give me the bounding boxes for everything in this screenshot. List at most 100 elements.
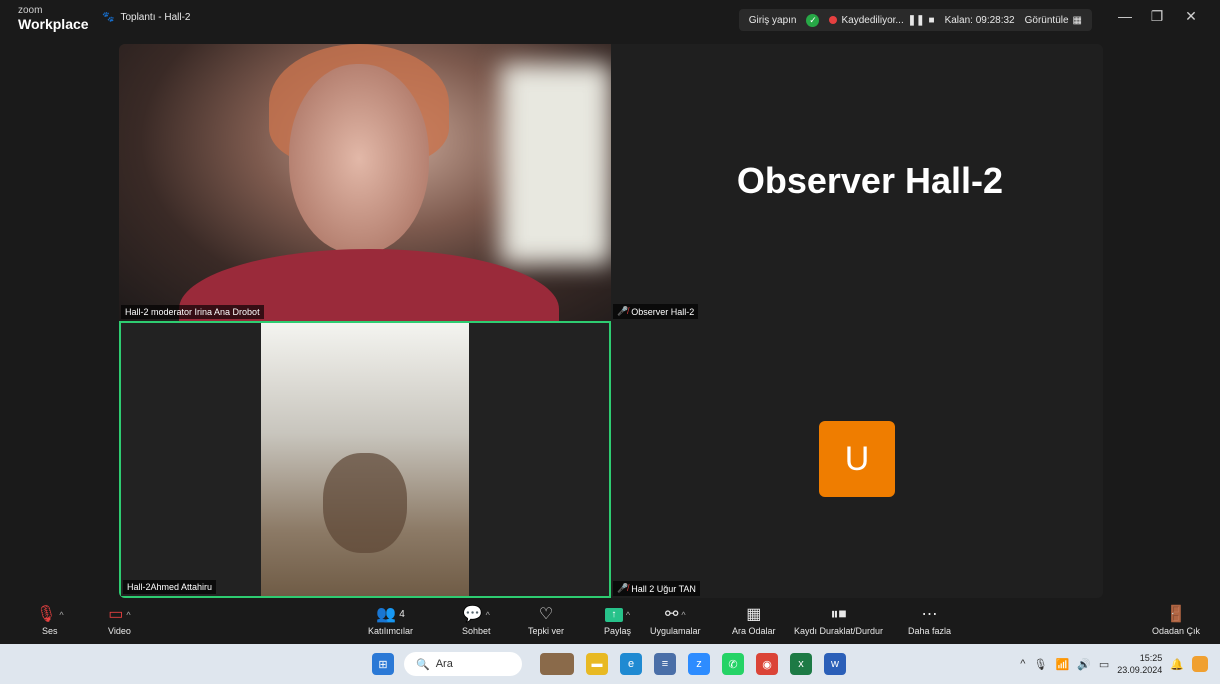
- app-logo: zoom Workplace: [18, 5, 89, 32]
- react-button[interactable]: ♡ Tepki ver: [528, 604, 564, 636]
- battery-icon[interactable]: ▭: [1099, 658, 1109, 671]
- chevron-up-icon[interactable]: ^: [1020, 658, 1025, 670]
- name-text: Hall-2Ahmed Attahiru: [127, 582, 213, 592]
- minimize-button[interactable]: —: [1110, 8, 1140, 24]
- muted-mic-icon: 🎤̸: [617, 306, 629, 316]
- brand-name: Workplace: [18, 16, 89, 32]
- participants-button[interactable]: 👥 4 Katılımcılar: [368, 604, 413, 636]
- meeting-title: 🐾 Toplantı - Hall-2: [102, 12, 190, 23]
- brand-small: zoom: [18, 5, 43, 16]
- pause-stop-icon: ⏸⏹: [830, 606, 847, 623]
- copilot-icon[interactable]: [1192, 656, 1208, 672]
- search-icon: 🔍: [416, 658, 430, 671]
- video-tile-active-speaker[interactable]: Hall-2Ahmed Attahiru: [119, 321, 611, 598]
- clock-date: 23.09.2024: [1117, 665, 1163, 675]
- chrome-icon[interactable]: ◉: [756, 653, 778, 675]
- video-options-chevron-icon[interactable]: ^: [126, 604, 130, 626]
- word-icon[interactable]: w: [824, 653, 846, 675]
- video-label: Video: [108, 626, 131, 636]
- microphone-icon[interactable]: 🎙: [1033, 658, 1047, 671]
- windows-start-icon[interactable]: ⊞: [372, 653, 394, 675]
- clock-time: 15:25: [1139, 653, 1163, 663]
- share-screen-icon: ↑: [604, 608, 623, 622]
- share-options-chevron-icon[interactable]: ^: [626, 604, 630, 626]
- breakout-grid-icon: ▦: [746, 606, 762, 623]
- video-tile-observer[interactable]: Observer Hall-2 🎤̸ Observer Hall-2: [611, 44, 1103, 321]
- muted-mic-icon: 🎙: [36, 606, 57, 623]
- more-dots-icon: ⋯: [921, 606, 938, 623]
- meeting-icon: 🐾: [102, 12, 115, 23]
- excel-icon[interactable]: x: [790, 653, 812, 675]
- notification-bell-icon[interactable]: 🔔: [1170, 658, 1184, 671]
- stop-icon[interactable]: ■: [929, 15, 935, 26]
- video-tile-ugur[interactable]: U 🎤̸ Hall 2 Uğur TAN: [611, 321, 1103, 598]
- widgets-icon[interactable]: [540, 653, 574, 675]
- view-label: Görüntüle: [1024, 14, 1069, 26]
- share-button[interactable]: ↑ ^ Paylaş: [604, 604, 631, 636]
- remaining-time: Kalan: 09:28:32: [944, 14, 1015, 26]
- taskbar-search[interactable]: 🔍 Ara: [404, 652, 522, 676]
- participants-label: Katılımcılar: [368, 626, 414, 636]
- chat-label: Sohbet: [462, 626, 491, 636]
- file-explorer-icon[interactable]: ▬: [586, 653, 608, 675]
- notepad-icon[interactable]: ≡: [654, 653, 676, 675]
- participant-video: [261, 323, 469, 596]
- zoom-app-icon[interactable]: z: [688, 653, 710, 675]
- signin-link[interactable]: Giriş yapın: [749, 15, 797, 26]
- react-label: Tepki ver: [528, 626, 565, 636]
- video-off-icon: ▭: [108, 606, 124, 623]
- speaker-icon[interactable]: 🔊: [1077, 658, 1091, 671]
- pause-icon[interactable]: ❚❚: [908, 15, 925, 26]
- grid-icon: ▦: [1072, 14, 1082, 26]
- encryption-shield-icon[interactable]: ✓: [806, 13, 820, 27]
- whatsapp-icon[interactable]: ✆: [722, 653, 744, 675]
- record-control-button[interactable]: ⏸⏹ Kaydı Duraklat/Durdur: [794, 604, 883, 636]
- clock[interactable]: 15:25 23.09.2024: [1117, 652, 1162, 676]
- avatar: U: [819, 421, 895, 497]
- wifi-icon[interactable]: 📶: [1055, 658, 1069, 671]
- breakout-rooms-button[interactable]: ▦ Ara Odalar: [732, 604, 776, 636]
- apps-options-chevron-icon[interactable]: ^: [681, 604, 685, 626]
- name-text: Observer Hall-2: [631, 306, 695, 317]
- participant-head: [323, 453, 407, 553]
- video-gallery: Hall-2 moderator Irina Ana Drobot Observ…: [119, 44, 1103, 598]
- title-bar: zoom Workplace 🐾 Toplantı - Hall-2 Giriş…: [0, 0, 1220, 40]
- chat-options-chevron-icon[interactable]: ^: [486, 604, 490, 626]
- meeting-toolbar: 🎙 ^ Ses ▭ ^ Video 👥 4 Katılımcılar 💬 ^ Sohbe…: [0, 600, 1220, 644]
- recording-indicator[interactable]: Kaydediliyor... ❚❚ ■: [829, 15, 935, 26]
- participant-name: Hall-2 moderator Irina Ana Drobot: [121, 305, 264, 319]
- leave-room-icon: 🚪: [1166, 606, 1186, 623]
- heart-icon: ♡: [538, 606, 554, 623]
- windows-taskbar: ⊞ 🔍 Ara ▬ e ≡ z ✆ ◉ x w ^ 🎙 📶 🔊 ▭ 15:25 …: [0, 644, 1220, 684]
- system-tray: ^ 🎙 📶 🔊 ▭ 15:25 23.09.2024 🔔: [1020, 644, 1208, 684]
- audio-label: Ses: [42, 626, 58, 636]
- edge-browser-icon[interactable]: e: [620, 653, 642, 675]
- observer-display-name: Observer Hall-2: [736, 160, 1003, 201]
- name-text: Hall 2 Uğur TAN: [631, 583, 696, 594]
- participant-name: 🎤̸ Observer Hall-2: [613, 304, 699, 319]
- chat-button[interactable]: 💬 ^ Sohbet: [462, 604, 491, 636]
- breakout-label: Ara Odalar: [732, 626, 776, 636]
- apps-label: Uygulamalar: [650, 626, 701, 636]
- muted-mic-icon: 🎤̸: [617, 583, 629, 593]
- restore-button[interactable]: ❐: [1142, 8, 1172, 25]
- more-button[interactable]: ⋯ Daha fazla: [908, 604, 951, 636]
- video-tile-moderator[interactable]: Hall-2 moderator Irina Ana Drobot: [119, 44, 611, 321]
- leave-room-button[interactable]: 🚪 Odadan Çık: [1152, 604, 1200, 636]
- view-button[interactable]: Görüntüle ▦: [1025, 15, 1082, 26]
- audio-button[interactable]: 🎙 ^ Ses: [36, 604, 64, 636]
- search-label: Ara: [435, 658, 453, 670]
- participant-name: Hall-2Ahmed Attahiru: [123, 580, 217, 594]
- apps-icon: ⚯: [664, 606, 679, 623]
- apps-button[interactable]: ⚯ ^ Uygulamalar: [650, 604, 701, 636]
- audio-options-chevron-icon[interactable]: ^: [59, 604, 63, 626]
- participants-count: 4: [399, 609, 405, 620]
- close-button[interactable]: ✕: [1176, 8, 1206, 25]
- video-button[interactable]: ▭ ^ Video: [108, 604, 131, 636]
- participant-name: 🎤̸ Hall 2 Uğur TAN: [613, 581, 700, 596]
- record-dot-icon: [829, 16, 838, 24]
- meeting-title-text: Toplantı - Hall-2: [120, 12, 191, 23]
- top-status-bar: Giriş yapın ✓ Kaydediliyor... ❚❚ ■ Kalan…: [738, 9, 1092, 31]
- name-text: Hall-2 moderator Irina Ana Drobot: [125, 307, 260, 317]
- background-light: [501, 64, 611, 264]
